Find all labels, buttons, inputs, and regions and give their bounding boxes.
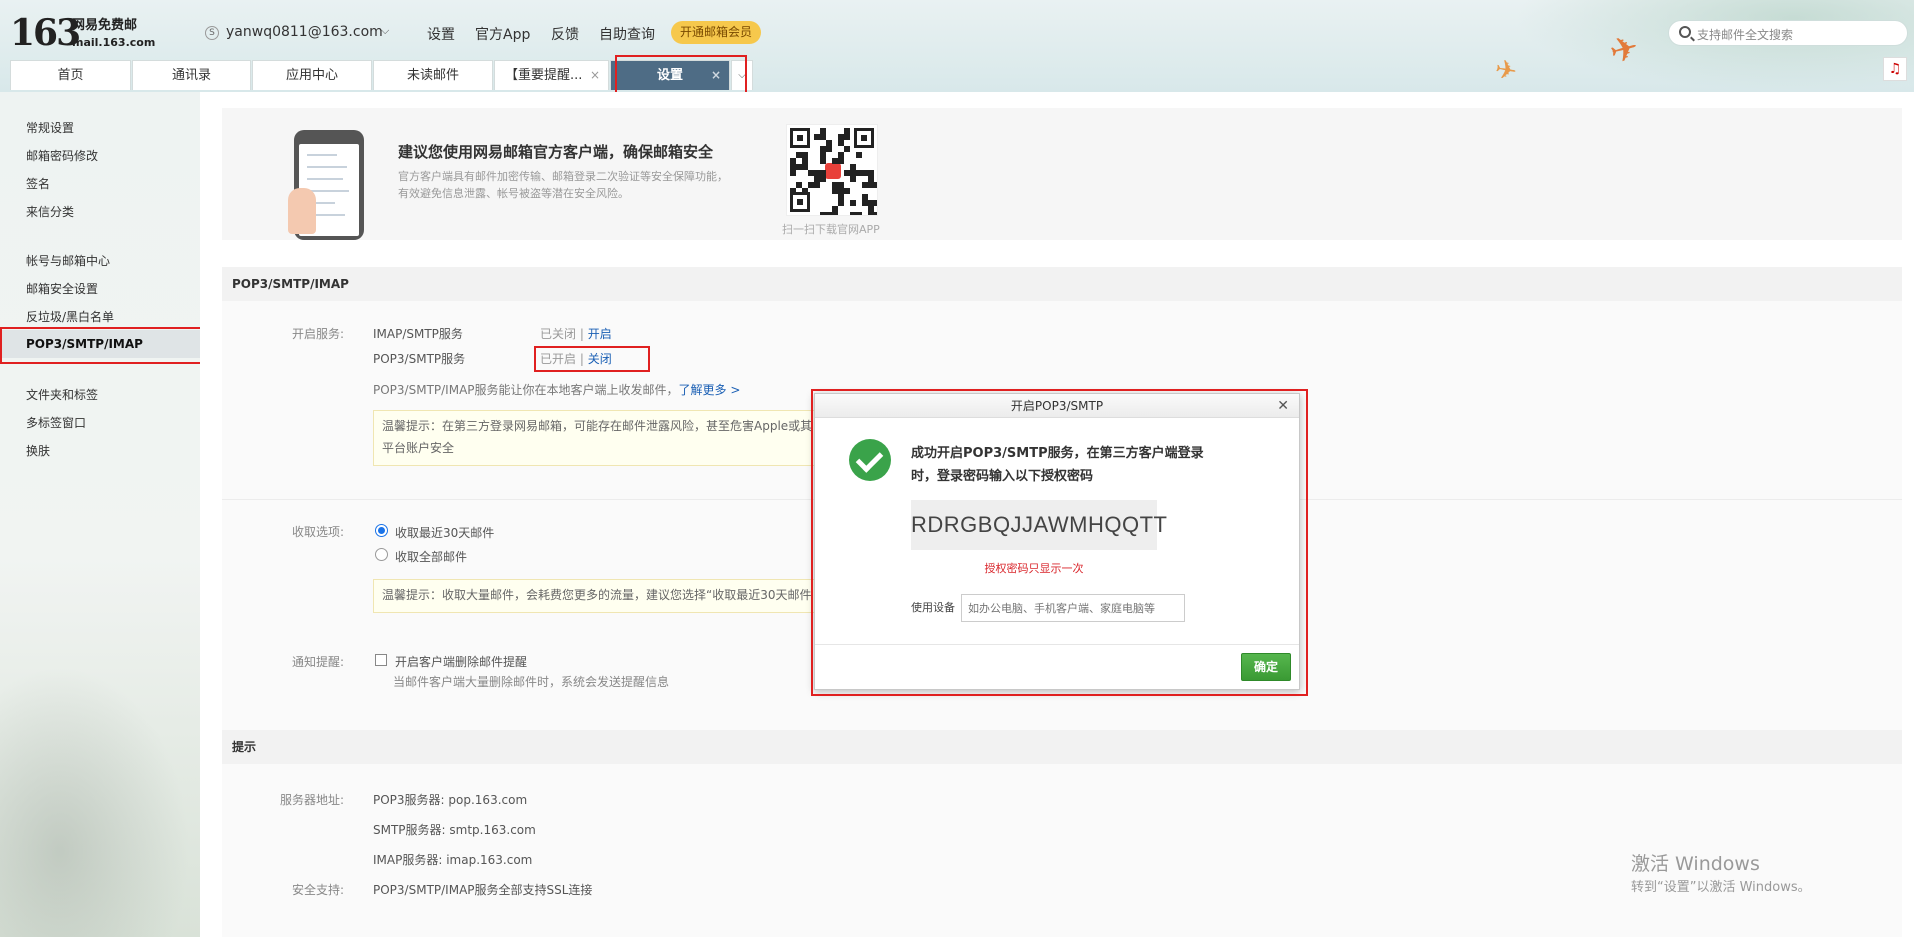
tab-label: 【重要提醒... <box>505 68 583 83</box>
sidebar-item-pop3[interactable]: POP3/SMTP/IMAP <box>0 330 200 358</box>
imap-status-text: 已关闭 <box>540 327 577 341</box>
ssl-support: POP3/SMTP/IMAP服务全部支持SSL连接 <box>373 883 593 897</box>
check-circle-icon <box>849 439 891 481</box>
search-icon[interactable] <box>1679 26 1691 38</box>
tab-label: 设置 <box>656 68 683 83</box>
tab-label: 应用中心 <box>285 68 338 83</box>
auth-code-dialog: 开启POP3/SMTP ✕ 成功开启POP3/SMTP服务，在第三方客户端登录时… <box>814 393 1300 690</box>
windows-watermark-sub: 转到“设置”以激活 Windows。 <box>1631 880 1811 895</box>
pop3-service-name: POP3/SMTP服务 <box>373 352 466 366</box>
auth-code-note: 授权密码只显示一次 <box>984 562 1084 575</box>
logo-subtext[interactable]: mail.163.com <box>72 36 155 49</box>
dialog-message: 成功开启POP3/SMTP服务，在第三方客户端登录时，登录密码输入以下授权密码 <box>911 446 1204 484</box>
sidebar-item-mail-filter[interactable]: 来信分类 <box>26 203 74 220</box>
sidebar-item-security[interactable]: 邮箱安全设置 <box>26 280 98 297</box>
account-name[interactable]: yanwq0811@163.com <box>226 24 383 40</box>
close-icon[interactable]: × <box>711 61 721 90</box>
sidebar-item-general[interactable]: 常规设置 <box>26 119 74 136</box>
banner-title: 建议您使用网易邮箱官方客户端，确保邮箱安全 <box>398 143 714 161</box>
tab-settings[interactable]: 设置 × <box>610 60 730 90</box>
receive-30days-label[interactable]: 收取最近30天邮件 <box>395 524 494 541</box>
sidebar-item-signature[interactable]: 签名 <box>26 175 50 192</box>
vip-button[interactable]: 开通邮箱会员 <box>671 21 761 44</box>
app-banner: 建议您使用网易邮箱官方客户端，确保邮箱安全 官方客户端具有邮件加密传输、邮箱登录… <box>222 108 1902 240</box>
pop3-server: POP3服务器: pop.163.com <box>373 793 528 807</box>
self-service-link[interactable]: 自助查询 <box>599 24 655 44</box>
receive-30days-radio[interactable] <box>375 524 388 537</box>
imap-service-status: 已关闭 | 开启 <box>540 327 612 341</box>
music-note-icon[interactable]: ♫ <box>1883 57 1907 81</box>
sidebar: 常规设置 邮箱密码修改 签名 来信分类 帐号与邮箱中心 邮箱安全设置 反垃圾/黑… <box>0 92 200 937</box>
qr-caption: 扫一扫下载官网APP <box>782 223 880 236</box>
receive-all-radio[interactable] <box>375 548 388 561</box>
qr-code-icon <box>786 124 878 216</box>
sidebar-item-multitab[interactable]: 多标签窗口 <box>26 414 86 431</box>
close-icon[interactable]: × <box>590 61 600 90</box>
imap-service-name: IMAP/SMTP服务 <box>373 327 463 341</box>
server-address-label: 服务器地址: <box>280 793 345 807</box>
smtp-server: SMTP服务器: smtp.163.com <box>373 823 536 837</box>
device-label: 使用设备 <box>911 601 955 614</box>
pop3-disable-link[interactable]: 关闭 <box>588 352 612 366</box>
tab-unread[interactable]: 未读邮件 <box>373 60 493 90</box>
search-input[interactable]: 支持邮件全文搜索 <box>1697 26 1793 43</box>
tab-contacts[interactable]: 通讯录 <box>132 60 251 90</box>
notify-option-label[interactable]: 开启客户端删除邮件提醒 <box>395 653 527 670</box>
sidebar-item-account-center[interactable]: 帐号与邮箱中心 <box>26 252 110 269</box>
banner-description: 官方客户端具有邮件加密传输、邮箱登录二次验证等安全保障功能，有效避免信息泄露、帐… <box>398 170 728 200</box>
settings-link[interactable]: 设置 <box>427 24 455 44</box>
ssl-label: 安全支持: <box>292 883 345 897</box>
learn-more-link[interactable]: 了解更多 > <box>679 383 741 397</box>
search-box[interactable]: 支持邮件全文搜索 <box>1668 20 1908 46</box>
receive-all-label[interactable]: 收取全部邮件 <box>395 548 467 565</box>
pop3-info: POP3/SMTP/IMAP服务能让你在本地客户端上收发邮件，了解更多 > <box>373 383 741 397</box>
device-input[interactable] <box>961 594 1185 622</box>
feedback-link[interactable]: 反馈 <box>551 24 579 44</box>
imap-server: IMAP服务器: imap.163.com <box>373 853 533 867</box>
pop3-status-text: 已开启 <box>540 352 577 366</box>
tab-home[interactable]: 首页 <box>10 60 131 90</box>
auth-code: RDRGBQJJAWMHQQTT <box>911 500 1167 550</box>
imap-enable-link[interactable]: 开启 <box>588 327 612 341</box>
sidebar-item-skin[interactable]: 换肤 <box>26 442 50 459</box>
enable-service-label: 开启服务: <box>292 327 345 341</box>
logo-number[interactable]: 163 <box>10 12 81 54</box>
tab-label: 通讯录 <box>171 68 211 83</box>
security-tip: 温馨提示：在第三方登录网易邮箱，可能存在邮件泄露风险，甚至危害Apple或其 平… <box>373 410 853 466</box>
sidebar-item-folders[interactable]: 文件夹和标签 <box>26 386 98 403</box>
tab-app-center[interactable]: 应用中心 <box>252 60 372 90</box>
logo-text[interactable]: 网易免费邮 <box>72 18 137 34</box>
tab-bar: 首页 通讯录 应用中心 未读邮件 【重要提醒... × 设置 × ⌵ <box>10 60 753 90</box>
header: ✈ ✈ 163 网易免费邮 mail.163.com S yanwq0811@1… <box>0 0 1914 92</box>
hand-illustration <box>288 188 316 234</box>
windows-watermark: 激活 Windows <box>1631 853 1760 875</box>
pop3-service-status: 已开启 | 关闭 <box>540 352 612 366</box>
tab-important-notice[interactable]: 【重要提醒... × <box>494 60 609 90</box>
chevron-down-icon[interactable]: ⌵ <box>381 24 389 38</box>
traffic-tip: 温馨提示：收取大量邮件，会耗费您更多的流量，建议您选择“收取最近30天邮件 <box>373 579 853 613</box>
ok-button[interactable]: 确定 <box>1241 653 1291 681</box>
section-header-pop3: POP3/SMTP/IMAP <box>222 267 1902 301</box>
close-icon[interactable]: ✕ <box>1277 394 1289 418</box>
tab-label: 未读邮件 <box>406 68 459 83</box>
dialog-title: 开启POP3/SMTP ✕ <box>815 394 1299 418</box>
header-painting <box>1514 0 1914 92</box>
account-status-icon: S <box>205 26 219 40</box>
sidebar-item-password[interactable]: 邮箱密码修改 <box>26 147 98 164</box>
chevron-down-icon[interactable]: ⌵ <box>731 60 753 90</box>
notify-label: 通知提醒: <box>292 655 345 669</box>
section-header-hints: 提示 <box>222 730 1902 764</box>
sidebar-item-antispam[interactable]: 反垃圾/黑白名单 <box>26 308 114 325</box>
notify-description: 当邮件客户端大量删除邮件时，系统会发送提醒信息 <box>393 675 670 689</box>
dialog-footer: 确定 <box>815 644 1299 689</box>
official-app-link[interactable]: 官方App <box>475 24 530 44</box>
sidebar-scenery <box>0 652 200 937</box>
tab-label: 首页 <box>57 68 84 83</box>
app-logo-icon <box>825 163 841 179</box>
receive-options-label: 收取选项: <box>292 525 345 539</box>
notify-checkbox[interactable] <box>375 654 387 666</box>
